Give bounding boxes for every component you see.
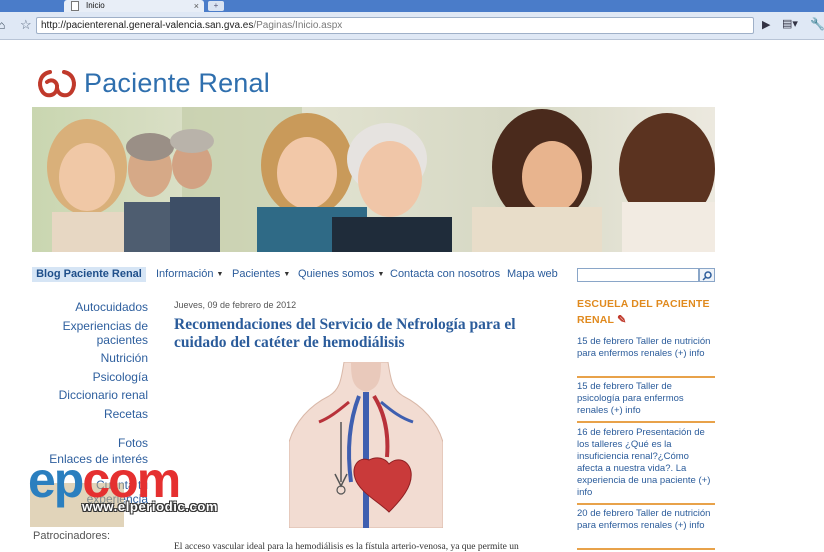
event-item[interactable]: 20 de febrero Taller de nutrición para e… [577, 508, 715, 532]
dropdown-arrow-icon: ▼ [283, 271, 291, 278]
search-input[interactable] [577, 268, 699, 282]
dropdown-arrow-icon: ▼ [216, 271, 224, 278]
left-nav-autocuidados[interactable]: Autocuidados [75, 300, 148, 314]
left-nav-experiencias[interactable]: Experiencias de [63, 319, 148, 333]
nav-mapa-web[interactable]: Mapa web [507, 267, 558, 282]
close-tab-icon[interactable]: × [194, 0, 199, 12]
left-nav-diccionario[interactable]: Diccionario renal [59, 388, 148, 402]
nav-informacion[interactable]: Información ▼ [156, 267, 223, 282]
watermark-logo-ep: ep [28, 452, 84, 508]
page-icon [71, 1, 79, 11]
dropdown-arrow-icon: ▼ [377, 271, 385, 278]
event-item[interactable]: 15 de febrero Taller de nutrición para e… [577, 336, 715, 360]
event-divider [577, 421, 715, 423]
pencil-icon: ✎ [617, 314, 627, 326]
address-bar[interactable]: http://pacienterenal.general-valencia.sa… [36, 17, 754, 34]
event-item[interactable]: 16 de febrero Presentación de los taller… [577, 427, 715, 499]
article-body: El acceso vascular ideal para la hemodiá… [174, 542, 519, 552]
sponsors-label: Patrocinadores: [33, 530, 111, 542]
url-path: /Paginas/Inicio.aspx [253, 20, 343, 31]
nav-quienes-somos[interactable]: Quienes somos ▼ [298, 267, 384, 282]
nav-label: Quienes somos [298, 268, 375, 280]
browser-tab[interactable]: Inicio × [64, 0, 204, 12]
browser-toolbar: ⌂ ☆ http://pacienterenal.general-valenci… [0, 12, 824, 40]
left-nav-recetas[interactable]: Recetas [104, 407, 148, 421]
main-nav: Blog Paciente Renal Información ▼ Pacient… [32, 266, 715, 284]
sidebar-title-renal: RENAL [577, 314, 614, 326]
nav-label: Pacientes [232, 268, 281, 280]
left-nav-psicologia[interactable]: Psicología [93, 370, 148, 384]
logo-text: Paciente Renal [84, 68, 270, 98]
logo-mark-icon [38, 70, 76, 98]
nav-label: Información [156, 268, 214, 280]
watermark-logo: epcom [28, 452, 181, 508]
star-icon[interactable]: ☆ [20, 17, 32, 33]
article-illustration [289, 362, 443, 528]
banner-photo [32, 107, 715, 252]
event-divider [577, 503, 715, 505]
watermark-site: www.elperiodic.com [82, 499, 219, 514]
wrench-icon[interactable]: 🔧 [810, 17, 824, 31]
url-host: http://pacienterenal.general-valencia.sa… [41, 20, 254, 31]
nav-blog-paciente-renal[interactable]: Blog Paciente Renal [32, 267, 146, 282]
event-item[interactable]: 15 de febrero Taller de psicología para … [577, 381, 715, 417]
left-nav-nutricion[interactable]: Nutrición [101, 351, 148, 365]
event-divider [577, 376, 715, 378]
search-icon [702, 271, 712, 281]
article-title[interactable]: Recomendaciones del Servicio de Nefrolog… [174, 316, 564, 352]
go-icon[interactable]: ▶ [762, 18, 770, 31]
browser-tab-bar: Inicio × + [0, 0, 824, 12]
new-tab-button[interactable]: + [208, 1, 224, 11]
sidebar-title-line2: RENAL ✎ [577, 312, 717, 328]
left-nav-fotos[interactable]: Fotos [118, 436, 148, 450]
sidebar-title: ESCUELA DEL PACIENTE RENAL ✎ [577, 296, 717, 328]
tab-title: Inicio [86, 1, 105, 10]
nav-pacientes[interactable]: Pacientes ▼ [232, 267, 290, 282]
elperiodic-watermark: epcom www.elperiodic.com [28, 455, 278, 527]
article-date: Jueves, 09 de febrero de 2012 [174, 300, 297, 310]
left-nav-experiencias-2[interactable]: pacientes [97, 333, 148, 347]
page-menu-icon[interactable]: ▤▾ [782, 17, 798, 30]
home-icon[interactable]: ⌂ [0, 18, 10, 32]
search-button[interactable] [699, 268, 715, 282]
events-sidebar: ESCUELA DEL PACIENTE RENAL ✎ 15 de febre… [577, 296, 717, 550]
nav-contacta[interactable]: Contacta con nosotros [390, 267, 500, 282]
sidebar-title-line1: ESCUELA DEL PACIENTE [577, 298, 710, 310]
